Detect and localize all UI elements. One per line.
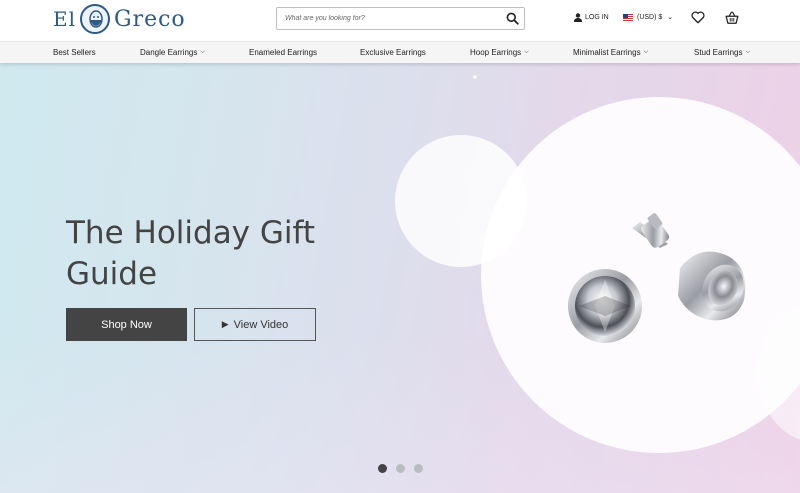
search-icon[interactable] — [506, 12, 519, 25]
site-logo[interactable]: El Greco — [53, 2, 186, 36]
nav-item-enameled-earrings[interactable]: Enameled Earrings — [249, 48, 317, 57]
chevron-down-icon: ⌵ — [745, 49, 751, 55]
stud-earrings-image — [568, 213, 746, 343]
us-flag-icon — [623, 13, 633, 21]
chevron-down-icon: ⌵ — [200, 49, 205, 55]
search-box — [276, 7, 525, 30]
currency-label: (USD) $ — [637, 13, 663, 21]
hero-banner: The Holiday Gift Guide Shop Now ▶ View V… — [0, 63, 800, 493]
hero-headline: The Holiday Gift Guide — [66, 215, 316, 292]
currency-selector[interactable]: (USD) $ ⌄ — [623, 13, 673, 21]
nav-item-exclusive-earrings[interactable]: Exclusive Earrings — [360, 48, 426, 57]
decorative-circle-small — [395, 135, 527, 267]
carousel-indicators — [378, 464, 423, 473]
nav-label: Enameled Earrings — [249, 48, 318, 57]
carousel-dot[interactable] — [396, 464, 405, 473]
nav-item-best-sellers[interactable]: Best Sellers — [53, 48, 96, 57]
nav-label: Hoop Earrings — [470, 48, 522, 57]
chevron-down-icon: ⌵ — [643, 49, 649, 55]
category-nav: Best Sellers Dangle Earrings ⌵ Enameled … — [0, 41, 800, 63]
chevron-down-icon: ⌵ — [524, 49, 529, 55]
nav-label: Dangle Earrings — [140, 48, 198, 57]
carousel-dot[interactable] — [414, 464, 423, 473]
shop-now-button[interactable]: Shop Now — [66, 308, 187, 341]
basket-icon[interactable] — [725, 11, 739, 25]
logo-face-icon — [80, 4, 110, 34]
view-video-button[interactable]: ▶ View Video — [194, 308, 316, 341]
carousel-dot[interactable] — [378, 464, 387, 473]
wishlist-heart-icon[interactable] — [691, 11, 705, 24]
nav-item-hoop-earrings[interactable]: Hoop Earrings ⌵ — [470, 48, 529, 57]
logo-text-el: El — [53, 7, 76, 31]
nav-item-minimalist-earrings[interactable]: Minimalist Earrings ⌵ — [573, 48, 648, 57]
decorative-sparkle — [473, 75, 477, 79]
view-video-label: View Video — [233, 318, 289, 331]
nav-label: Stud Earrings — [694, 48, 743, 57]
nav-label: Minimalist Earrings — [573, 48, 641, 57]
chevron-down-icon: ⌄ — [667, 14, 674, 21]
nav-label: Exclusive Earrings — [360, 48, 426, 57]
play-icon: ▶ — [221, 319, 229, 329]
login-link[interactable]: LOG IN — [574, 13, 609, 22]
user-icon — [574, 13, 582, 22]
top-header: El Greco LOG IN (USD) $ ⌄ — [0, 0, 800, 41]
nav-item-dangle-earrings[interactable]: Dangle Earrings ⌵ — [140, 48, 205, 57]
login-label: LOG IN — [585, 14, 609, 21]
nav-item-stud-earrings[interactable]: Stud Earrings ⌵ — [694, 48, 750, 57]
nav-label: Best Sellers — [53, 48, 96, 57]
logo-text-greco: Greco — [114, 6, 186, 32]
search-input[interactable] — [277, 8, 497, 29]
